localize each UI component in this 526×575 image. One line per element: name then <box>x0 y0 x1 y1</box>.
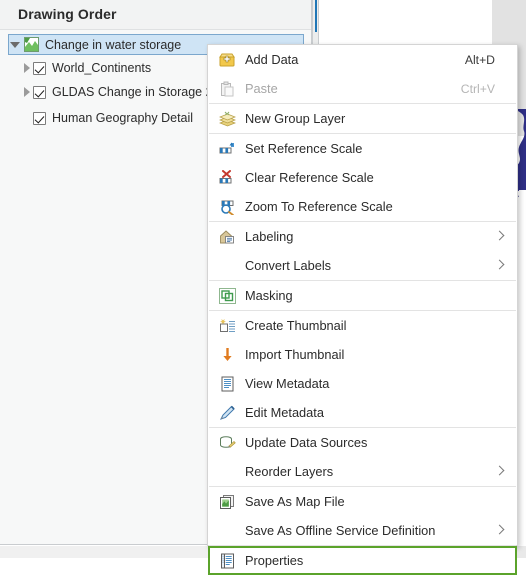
menu-item-save-as-map-file[interactable]: Save As Map File <box>208 487 517 516</box>
menu-item-label: Labeling <box>245 229 294 244</box>
menu-item-label: Reorder Layers <box>245 464 334 479</box>
menu-item-label: Create Thumbnail <box>245 318 347 333</box>
edit-metadata-icon <box>213 403 241 423</box>
menu-item-zoom-to-reference-scale[interactable]: Zoom To Reference Scale <box>208 192 517 221</box>
menu-item-label: Paste <box>245 81 278 96</box>
panel-splitter-grip[interactable] <box>315 0 317 32</box>
menu-item-edit-metadata[interactable]: Edit Metadata <box>208 398 517 427</box>
menu-item-properties[interactable]: Properties <box>208 546 517 575</box>
submenu-chevron-right-icon <box>491 522 509 540</box>
group-layer-icon <box>213 109 241 129</box>
expand-collapse-arrow-right-icon[interactable] <box>21 62 33 74</box>
labeling-icon <box>213 227 241 247</box>
clear-reference-scale-icon <box>213 168 241 188</box>
menu-item-label: New Group Layer <box>245 111 346 126</box>
menu-item-label: Save As Map File <box>245 494 345 509</box>
menu-item-label: Edit Metadata <box>245 405 324 420</box>
menu-item-label: Add Data <box>245 52 299 67</box>
no-icon-placeholder <box>213 462 241 482</box>
properties-icon <box>213 551 241 571</box>
menu-item-reorder-layers[interactable]: Reorder Layers <box>208 457 517 486</box>
menu-item-label: View Metadata <box>245 376 330 391</box>
menu-item-label: Save As Offline Service Definition <box>245 523 436 538</box>
set-reference-scale-icon <box>213 139 241 159</box>
layer-visibility-checkbox[interactable] <box>33 61 46 75</box>
create-thumbnail-icon <box>213 316 241 336</box>
view-metadata-icon <box>213 374 241 394</box>
layer-visibility-checkbox[interactable] <box>33 85 46 99</box>
tree-item-label: Change in water storage <box>45 37 182 52</box>
menu-item-add-data[interactable]: Add Data Alt+D <box>208 45 517 74</box>
menu-item-save-as-offline-service-definition[interactable]: Save As Offline Service Definition <box>208 516 517 545</box>
paste-icon <box>213 79 241 99</box>
submenu-chevron-right-icon <box>491 463 509 481</box>
menu-item-view-metadata[interactable]: View Metadata <box>208 369 517 398</box>
tree-item-label: World_Continents <box>52 61 152 75</box>
menu-item-shortcut: Alt+D <box>464 52 495 67</box>
menu-item-set-reference-scale[interactable]: Set Reference Scale <box>208 134 517 163</box>
menu-item-label: Zoom To Reference Scale <box>245 199 393 214</box>
save-map-file-icon <box>213 492 241 512</box>
map-layer-icon <box>24 37 39 52</box>
menu-item-label: Convert Labels <box>245 258 332 273</box>
layer-context-menu: Add Data Alt+D Paste Ctrl+V New Group La… <box>207 44 518 575</box>
page-title: Drawing Order <box>18 6 117 22</box>
add-data-icon <box>213 50 241 70</box>
menu-item-paste: Paste Ctrl+V <box>208 74 517 103</box>
no-icon-placeholder <box>213 256 241 276</box>
menu-item-label: Update Data Sources <box>245 435 368 450</box>
zoom-reference-scale-icon <box>213 197 241 217</box>
menu-item-clear-reference-scale[interactable]: Clear Reference Scale <box>208 163 517 192</box>
menu-item-labeling[interactable]: Labeling <box>208 222 517 251</box>
menu-item-update-data-sources[interactable]: Update Data Sources <box>208 428 517 457</box>
menu-item-import-thumbnail[interactable]: Import Thumbnail <box>208 340 517 369</box>
menu-item-shortcut: Ctrl+V <box>460 81 495 96</box>
menu-item-masking[interactable]: Masking <box>208 281 517 310</box>
import-thumbnail-icon <box>213 345 241 365</box>
menu-item-label: Clear Reference Scale <box>245 170 374 185</box>
menu-item-new-group-layer[interactable]: New Group Layer <box>208 104 517 133</box>
update-data-sources-icon <box>213 433 241 453</box>
expand-collapse-arrow-right-icon[interactable] <box>21 86 33 98</box>
tree-item-label: Human Geography Detail <box>52 111 194 125</box>
layer-visibility-checkbox[interactable] <box>33 111 46 125</box>
menu-item-label: Masking <box>245 288 293 303</box>
menu-item-label: Set Reference Scale <box>245 141 363 156</box>
menu-item-create-thumbnail[interactable]: Create Thumbnail <box>208 311 517 340</box>
expand-collapse-arrow-down-icon[interactable] <box>9 39 21 51</box>
menu-item-label: Import Thumbnail <box>245 347 345 362</box>
submenu-chevron-right-icon <box>491 257 509 275</box>
no-icon-placeholder <box>213 521 241 541</box>
menu-item-convert-labels[interactable]: Convert Labels <box>208 251 517 280</box>
masking-icon <box>213 286 241 306</box>
submenu-chevron-right-icon <box>491 228 509 246</box>
menu-item-label: Properties <box>245 553 304 568</box>
